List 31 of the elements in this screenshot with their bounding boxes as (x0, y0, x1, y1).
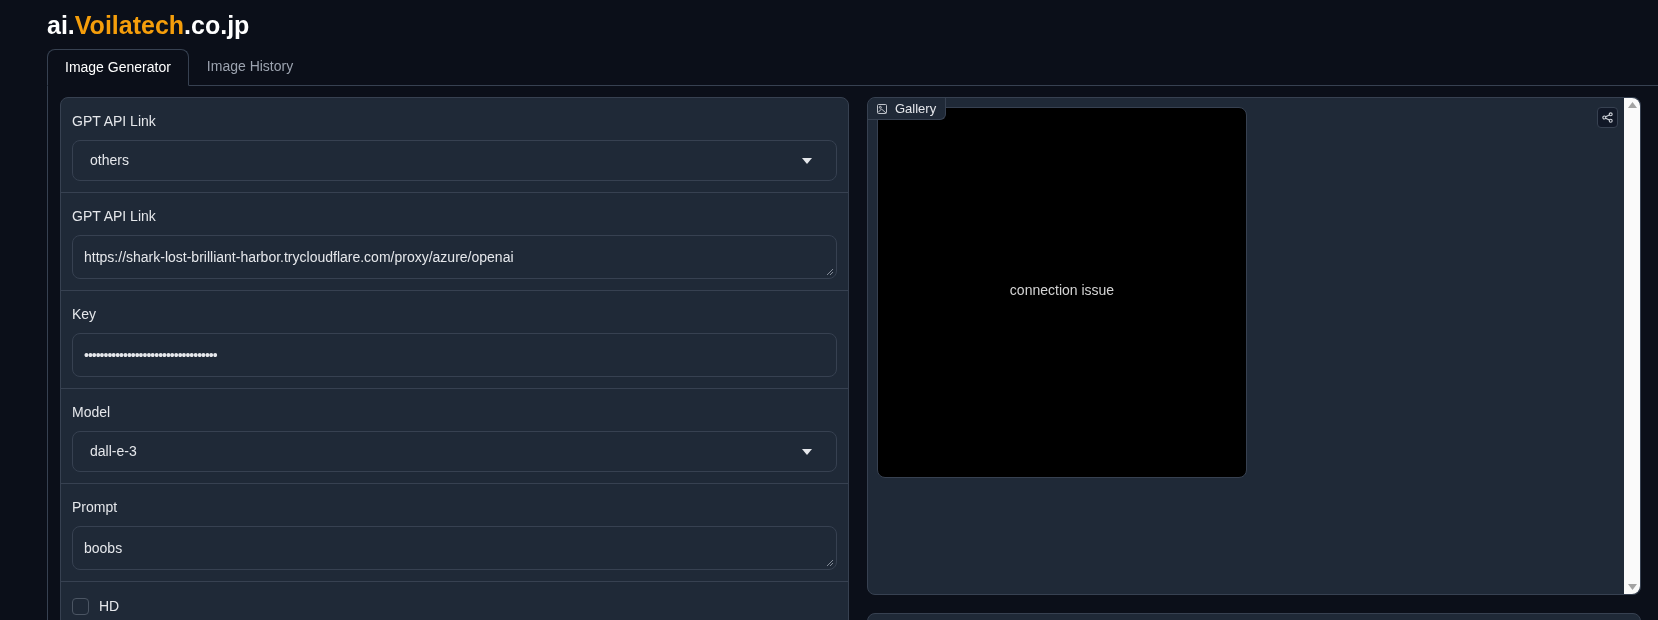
dropdown-caret-icon (802, 157, 812, 164)
share-icon (1602, 112, 1613, 123)
image-icon (877, 103, 887, 114)
resize-grip-icon[interactable] (826, 559, 833, 566)
tab[interactable]: Image History (188, 48, 312, 85)
dropdown[interactable]: dall-e-3 (72, 431, 837, 472)
tab[interactable]: Image Generator (47, 49, 189, 86)
field-label: GPT API Link (72, 207, 156, 226)
checkbox-label: HD (99, 597, 120, 616)
site-logo: ai.Voilatech.co.jp (47, 10, 250, 42)
field-value: boobs (84, 538, 123, 558)
scrollbar[interactable] (1624, 98, 1640, 594)
text-field[interactable]: boobs (72, 526, 837, 570)
share-button[interactable] (1597, 107, 1618, 128)
field-label: Key (72, 305, 97, 324)
field-label: GPT API Link (72, 112, 156, 131)
scroll-down-icon[interactable] (1627, 584, 1637, 590)
field-value: https://shark-lost-brilliant-harbor.trycloudflare.com/proxy/azure/openai (84, 247, 514, 267)
scroll-up-icon[interactable] (1627, 102, 1637, 108)
resize-grip-icon[interactable] (826, 268, 833, 275)
dropdown-caret-icon (802, 448, 812, 455)
dropdown-value: others (90, 151, 129, 170)
field-label: Prompt (72, 498, 118, 517)
dropdown-value: dall-e-3 (90, 442, 137, 461)
text-field[interactable]: https://shark-lost-brilliant-harbor.trycloudflare.com/proxy/azure/openai (72, 235, 837, 279)
field-label: Model (72, 403, 111, 422)
dropdown[interactable]: others (72, 140, 837, 181)
field-value: •••••••••••••••••••••••••••••••••• (84, 345, 217, 365)
checkbox[interactable] (72, 598, 89, 615)
password-field[interactable]: •••••••••••••••••••••••••••••••••• (72, 333, 837, 377)
image-text: connection issue (1009, 281, 1115, 300)
